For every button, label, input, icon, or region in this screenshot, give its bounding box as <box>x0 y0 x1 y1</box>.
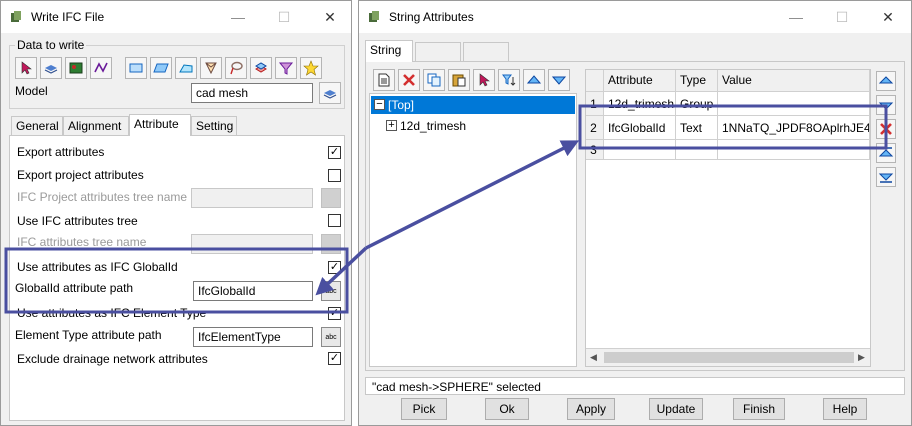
tab-label: Attribute <box>134 117 179 131</box>
annotation-arrow <box>365 140 580 250</box>
tab-attribute[interactable]: Attribute <box>129 114 191 136</box>
highlight-box-left <box>4 247 349 314</box>
tab-label: String <box>370 43 402 57</box>
highlight-box-right <box>578 104 888 150</box>
annotation-overlay <box>4 104 888 314</box>
annotation-arrow <box>315 246 368 296</box>
tab-string[interactable]: String <box>365 40 413 62</box>
